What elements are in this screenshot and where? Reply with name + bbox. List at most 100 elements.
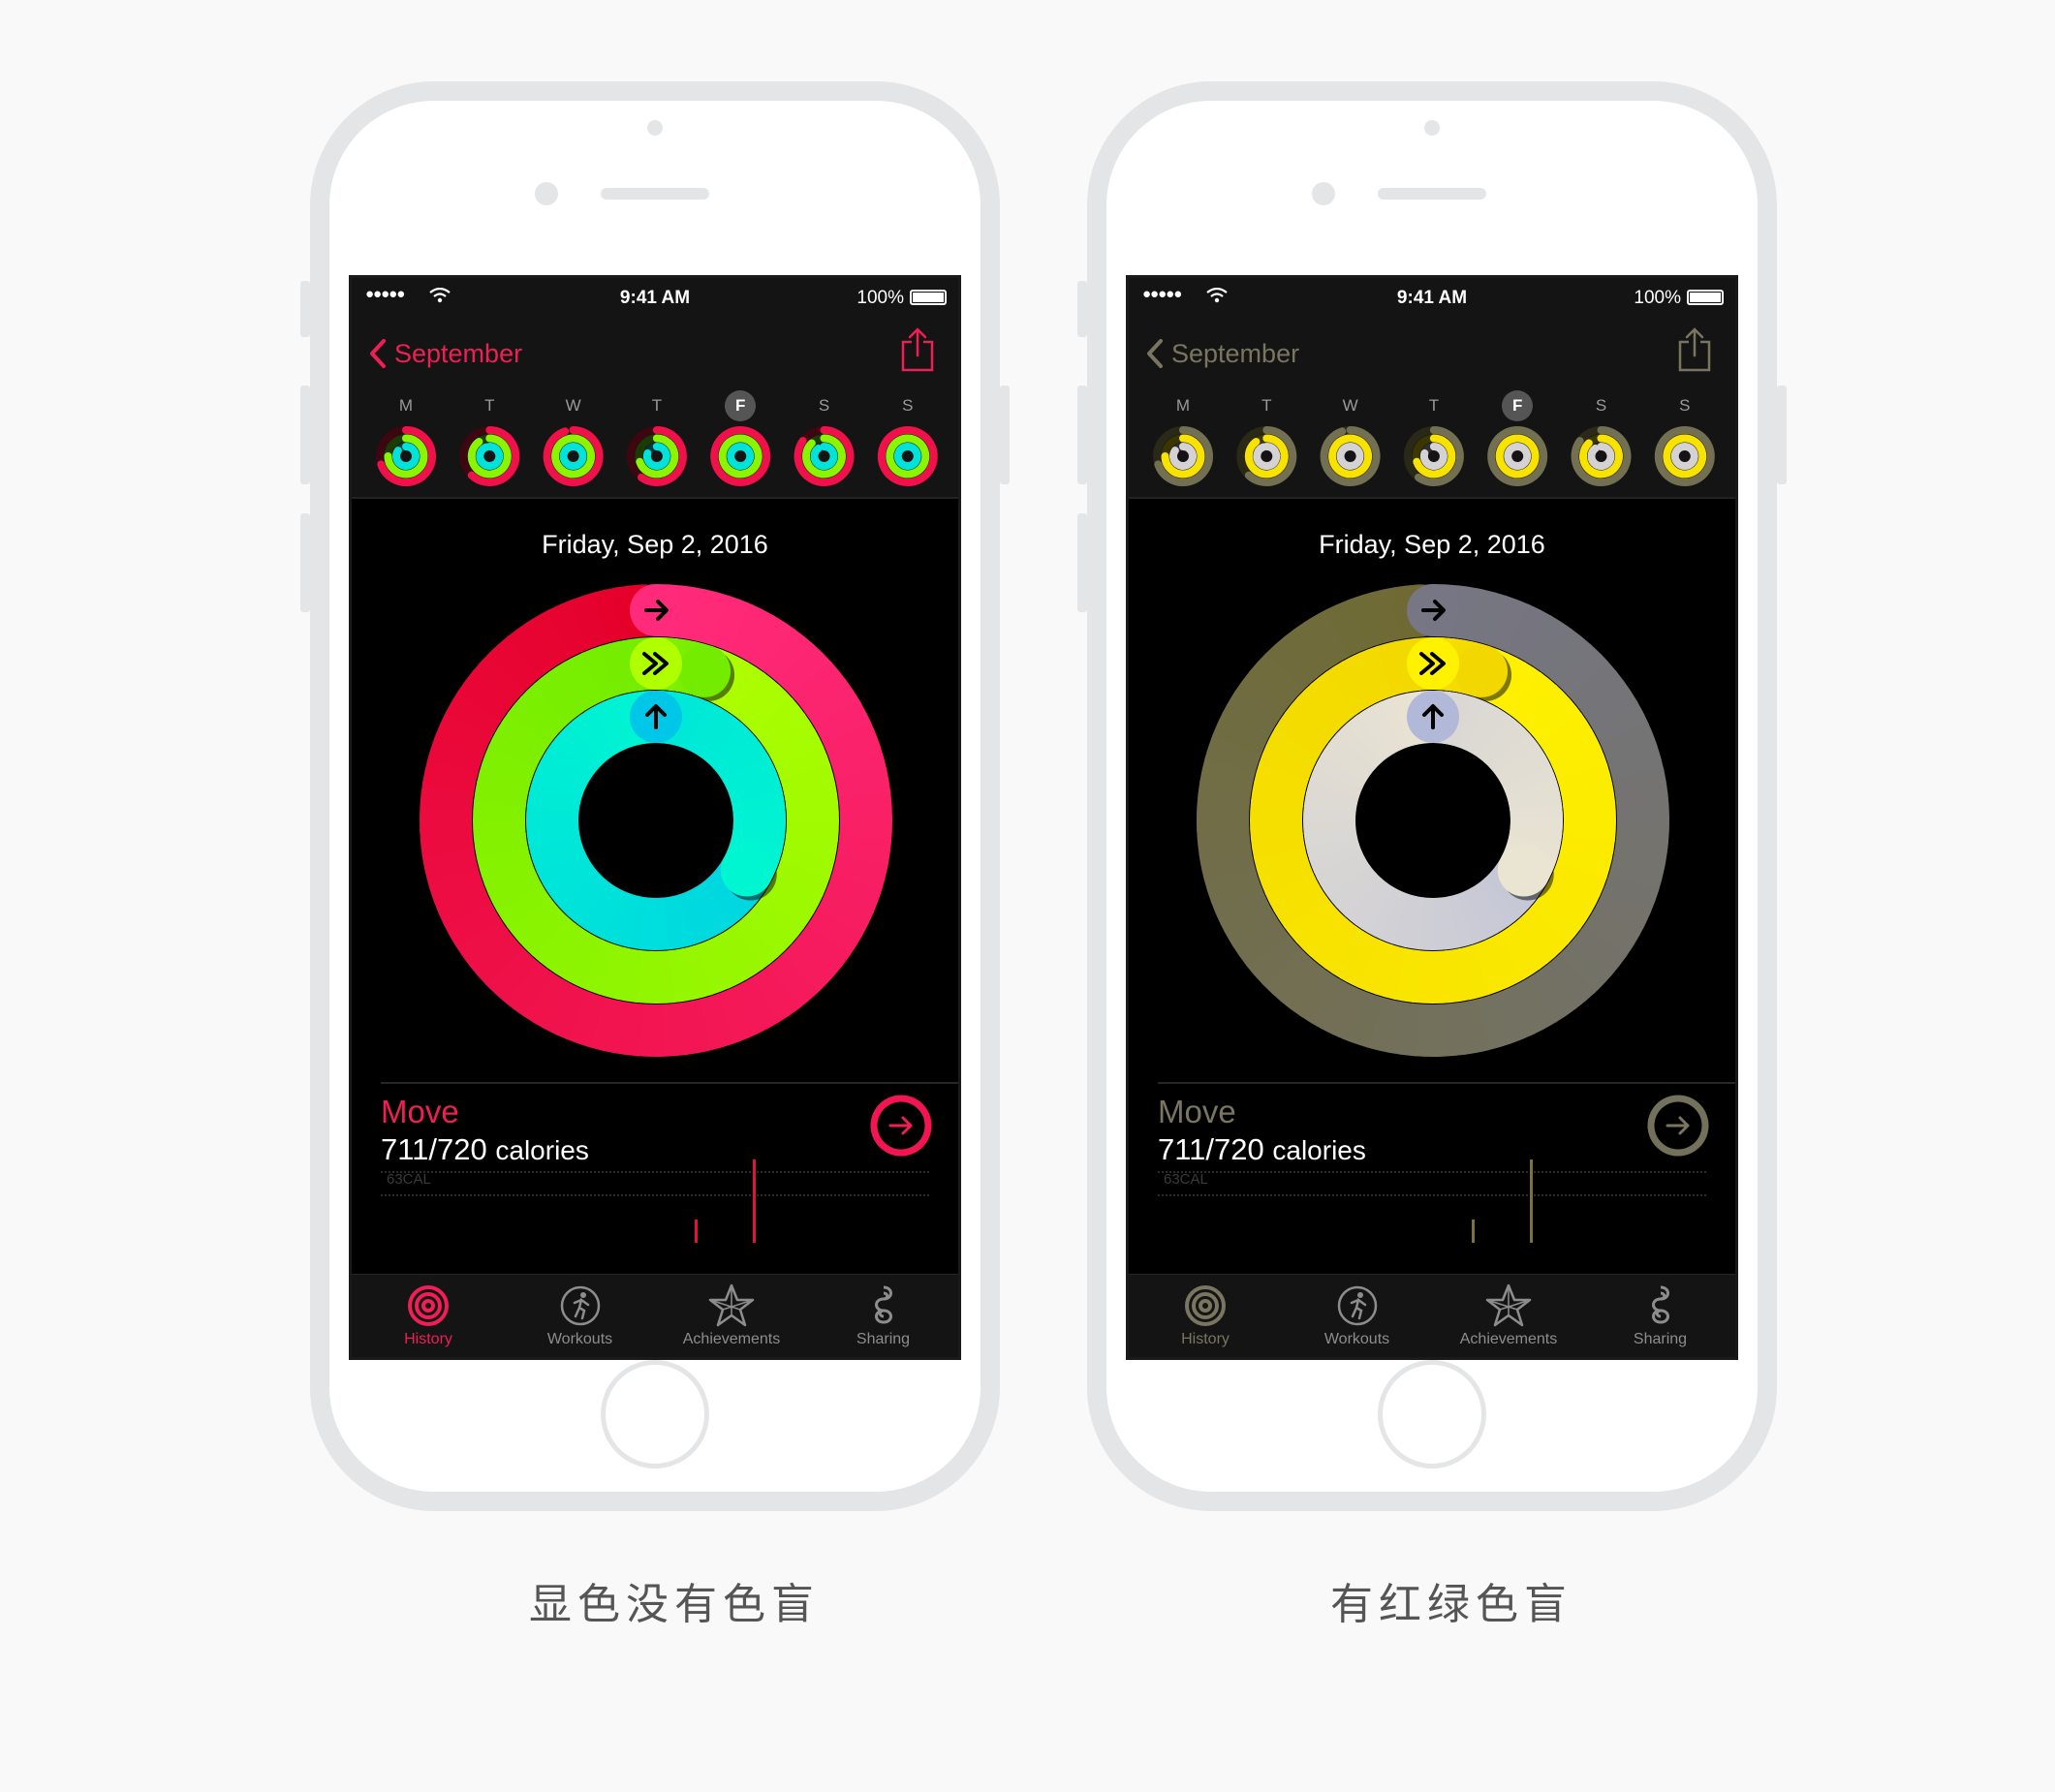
weekday-3[interactable]: T	[639, 390, 674, 421]
move-label: Move	[1158, 1094, 1236, 1129]
week-rings-row	[352, 421, 958, 491]
proximity-sensor	[647, 120, 663, 136]
chart-gridline	[381, 1194, 929, 1196]
tab-sharing[interactable]: Sharing	[807, 1281, 959, 1348]
weekday-row: MTWTFSS	[352, 390, 958, 421]
home-button[interactable]	[1378, 1360, 1486, 1468]
activity-rings	[1191, 578, 1675, 1067]
mini-ring-day-1[interactable]	[1236, 426, 1297, 486]
mini-ring-day-4[interactable]	[710, 426, 771, 486]
earpiece-speaker	[601, 188, 709, 200]
front-camera	[535, 182, 558, 205]
chart-cal-label: 63CAL	[387, 1171, 431, 1188]
power-button	[1777, 386, 1787, 484]
move-hourly-chart: 63CAL	[381, 1150, 929, 1243]
mini-ring-day-6[interactable]	[1654, 426, 1715, 486]
achievements-icon	[1432, 1281, 1585, 1331]
move-hourly-chart: 63CAL	[1158, 1150, 1706, 1243]
back-button[interactable]: September	[369, 332, 522, 375]
sharing-icon	[1584, 1281, 1736, 1331]
proximity-sensor	[1424, 120, 1440, 136]
mute-switch	[1077, 281, 1087, 337]
tab-label: Achievements	[1459, 1331, 1558, 1347]
battery-percent: 100%	[856, 288, 904, 308]
tab-label: Achievements	[682, 1331, 781, 1347]
arrow-right-circle-icon	[870, 1095, 932, 1157]
workouts-icon	[504, 1281, 657, 1331]
divider	[1158, 1082, 1735, 1084]
chevron-left-icon	[370, 339, 386, 368]
weekday-2[interactable]: W	[1333, 390, 1368, 421]
weekday-4[interactable]: F	[1502, 390, 1534, 421]
weekday-2[interactable]: W	[556, 390, 591, 421]
share-icon	[901, 327, 934, 372]
date-title: Friday, Sep 2, 2016	[542, 530, 768, 559]
tab-workouts[interactable]: Workouts	[504, 1281, 657, 1348]
chart-gridline	[1158, 1194, 1706, 1196]
calendar-header: ●●●●● 9:41 AM 100% September M T W T F S S	[1129, 278, 1735, 499]
mini-ring-day-6[interactable]	[877, 426, 938, 486]
mini-ring-day-2[interactable]	[1320, 426, 1381, 486]
mini-ring-day-5[interactable]	[794, 426, 855, 486]
chart-bar	[1530, 1159, 1533, 1243]
caption-red-green-colorblind: 有红绿色盲	[1330, 1581, 1572, 1628]
mini-ring-day-3[interactable]	[626, 426, 687, 486]
back-button[interactable]: September	[1146, 332, 1299, 375]
mini-ring-day-3[interactable]	[1403, 426, 1464, 486]
chart-bar	[753, 1159, 756, 1243]
weekday-6[interactable]: S	[1667, 390, 1702, 421]
weekday-3[interactable]: T	[1417, 390, 1451, 421]
weekday-1[interactable]: T	[472, 390, 507, 421]
tab-label: History	[1181, 1331, 1230, 1347]
weekday-4[interactable]: F	[725, 390, 757, 421]
arrow-right-circle-icon	[1647, 1095, 1709, 1157]
tab-achievements[interactable]: Achievements	[1432, 1281, 1585, 1348]
week-rings-row	[1129, 421, 1735, 491]
battery-icon	[910, 290, 947, 305]
share-icon	[1678, 327, 1711, 372]
tab-history[interactable]: History	[1129, 1281, 1282, 1348]
weekday-5[interactable]: S	[1584, 390, 1619, 421]
tab-label: Sharing	[856, 1331, 911, 1347]
stand-ring	[526, 691, 786, 950]
sharing-icon	[807, 1281, 959, 1331]
workouts-icon	[1281, 1281, 1434, 1331]
status-bar: ●●●●● 9:41 AM 100%	[352, 278, 958, 317]
status-bar: ●●●●● 9:41 AM 100%	[1129, 278, 1735, 317]
mini-ring-day-1[interactable]	[459, 426, 520, 486]
mini-ring-day-0[interactable]	[1153, 426, 1213, 486]
weekday-row: MTWTFSS	[1129, 390, 1735, 421]
mini-ring-day-2[interactable]	[543, 426, 604, 486]
mini-ring-day-4[interactable]	[1487, 426, 1548, 486]
weekday-1[interactable]: T	[1249, 390, 1284, 421]
weekday-6[interactable]: S	[890, 390, 925, 421]
chart-cal-label: 63CAL	[1164, 1171, 1208, 1188]
share-button[interactable]	[900, 326, 935, 378]
mini-ring-day-5[interactable]	[1571, 426, 1632, 486]
tab-label: History	[404, 1331, 452, 1347]
tab-history[interactable]: History	[352, 1281, 505, 1348]
tab-workouts[interactable]: Workouts	[1281, 1281, 1434, 1348]
calendar-header: ●●●●● 9:41 AM 100% September M T W T F S S	[352, 278, 958, 499]
back-label: September	[394, 338, 523, 368]
tab-sharing[interactable]: Sharing	[1584, 1281, 1736, 1348]
battery-percent: 100%	[1634, 288, 1681, 308]
weekday-0[interactable]: M	[389, 390, 423, 421]
nav-bar: September	[1129, 326, 1735, 385]
tab-achievements[interactable]: Achievements	[655, 1281, 808, 1348]
mini-ring-day-0[interactable]	[376, 426, 436, 486]
weekday-0[interactable]: M	[1166, 390, 1200, 421]
tab-bar: History Workouts Achievements Sharing	[352, 1274, 958, 1357]
battery-icon	[1687, 290, 1724, 305]
weekday-5[interactable]: S	[807, 390, 842, 421]
volume-up-button	[1077, 386, 1087, 484]
achievements-icon	[655, 1281, 808, 1331]
home-button[interactable]	[601, 1360, 709, 1468]
volume-down-button	[300, 513, 310, 612]
share-button[interactable]	[1677, 326, 1712, 378]
phone-frame-red-green-colorblind: ●●●●● 9:41 AM 100% September M T W T F S S Fri…	[1077, 81, 1787, 1511]
mute-switch	[300, 281, 310, 337]
divider	[381, 1082, 958, 1084]
activity-screen: ●●●●● 9:41 AM 100% September M T W T F S S Fri…	[1126, 275, 1738, 1360]
activity-screen: ●●●●● 9:41 AM 100% September M T W T F S S Fri…	[349, 275, 961, 1360]
